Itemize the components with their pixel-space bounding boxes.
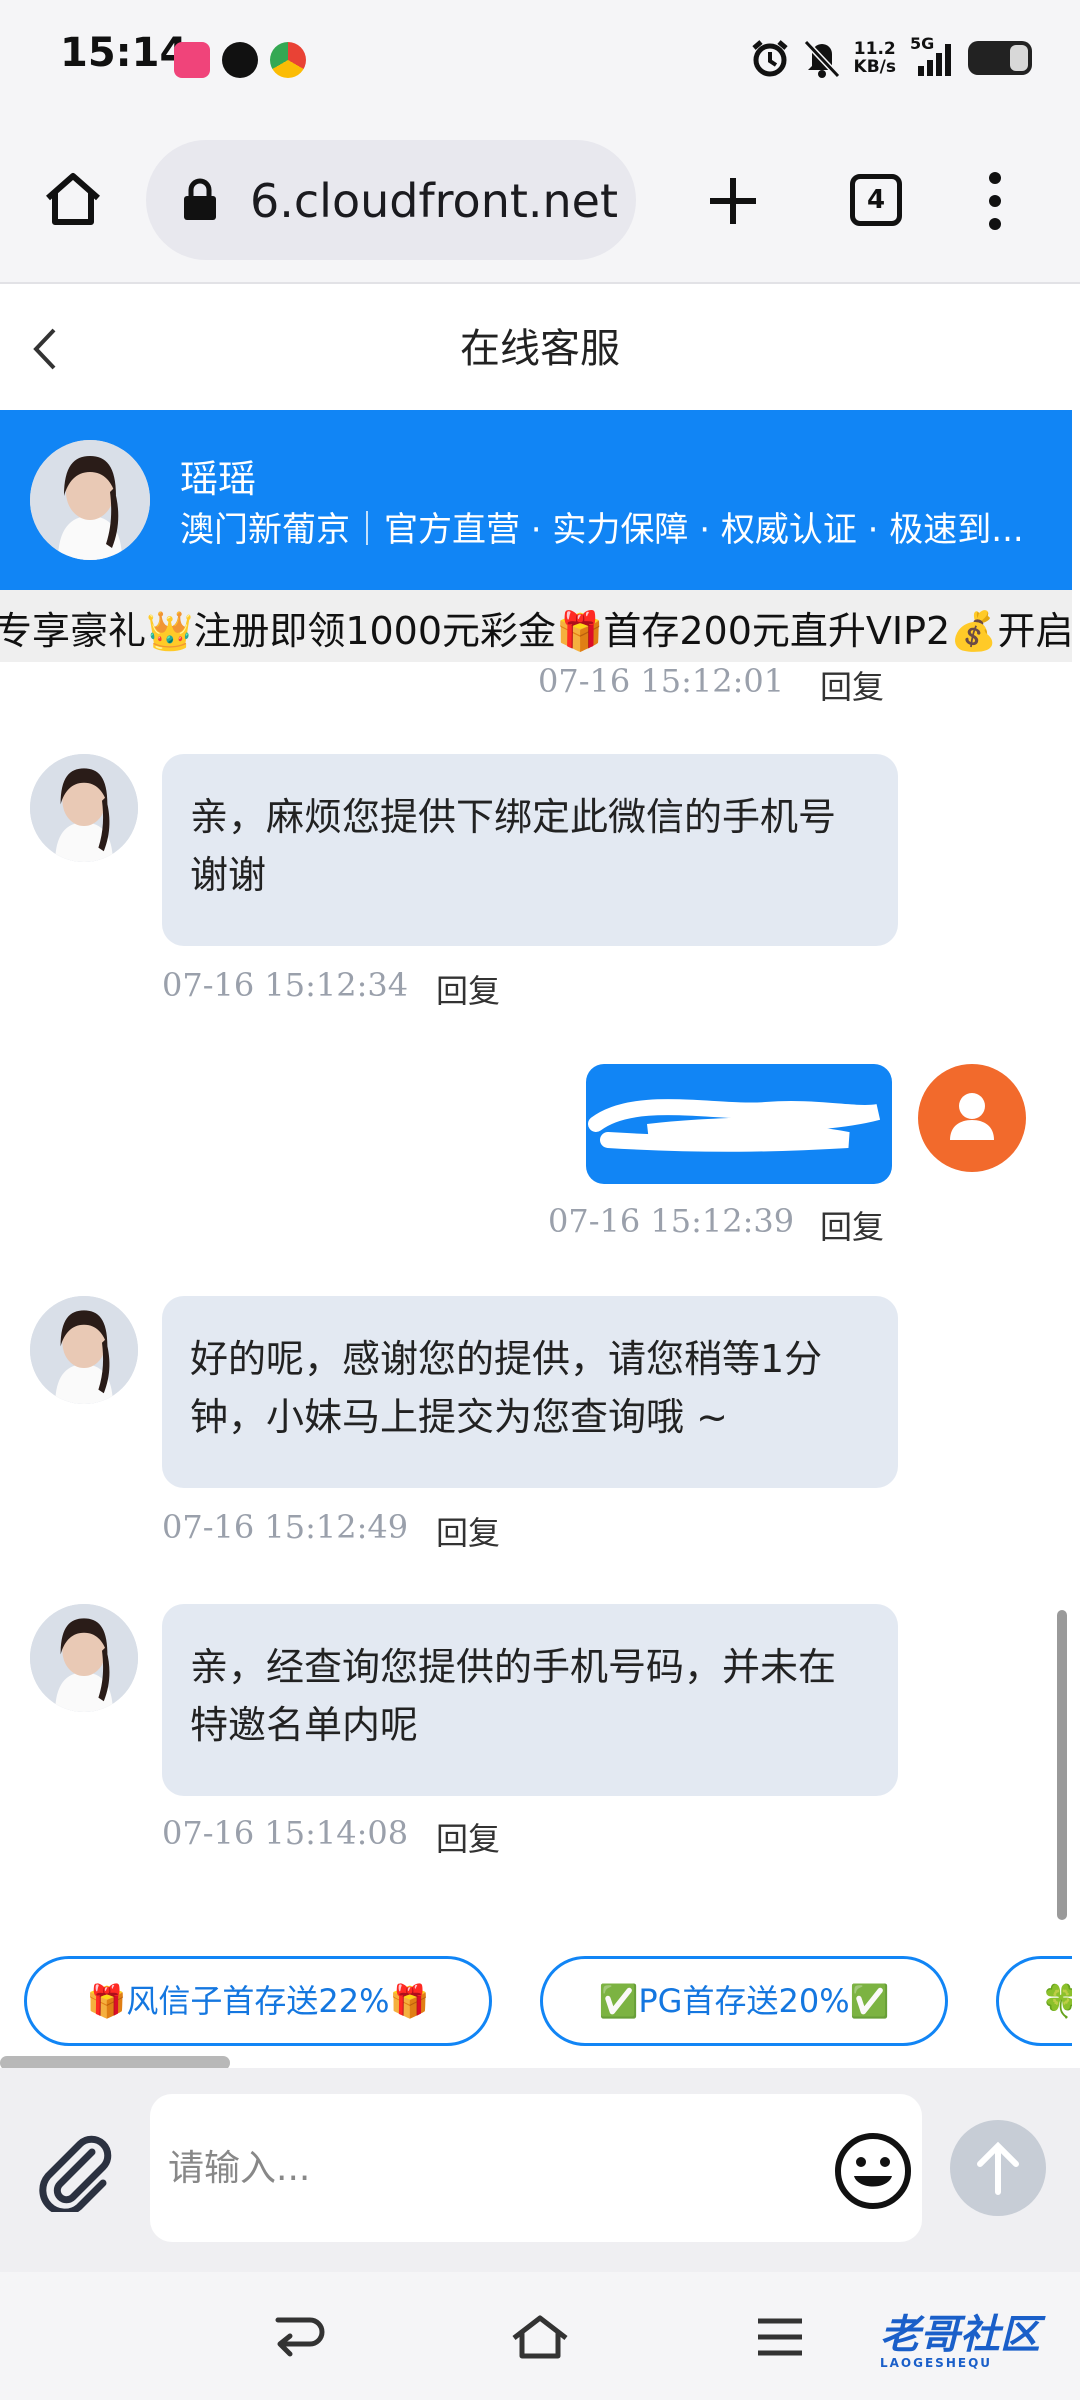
incoming-message-bubble: 好的呢，感谢您的提供，请您稍等1分钟，小妹马上提交为您查询哦 ~ <box>162 1296 898 1488</box>
mute-icon <box>803 39 840 78</box>
nav-menu-icon[interactable] <box>756 2316 804 2358</box>
message-timestamp: 07-16 15:12:34 <box>162 966 409 1004</box>
status-icons: 11.2 KB/s 5G <box>750 34 1032 82</box>
agent-name: 瑶瑶 <box>180 457 257 501</box>
message-timestamp: 07-16 15:12:01 <box>538 662 785 700</box>
alarm-icon <box>751 40 788 77</box>
message-timestamp: 07-16 15:12:49 <box>162 1508 409 1546</box>
net-speed: 11.2 KB/s <box>853 39 896 77</box>
paperclip-icon[interactable] <box>32 2128 116 2212</box>
redaction-scribble <box>588 1099 881 1152</box>
address-bar[interactable]: 6.cloudfront.net <box>146 140 636 260</box>
url-text: 6.cloudfront.net <box>250 174 618 228</box>
system-nav-bar: 老哥社区 LAOGESHEQU <box>0 2272 1080 2400</box>
tab-switcher-button[interactable]: 4 <box>850 174 902 226</box>
quick-reply-chip[interactable]: ✅PG首存送20%✅ <box>540 1956 948 2046</box>
quick-reply-bar: 🎁风信子首存送22%🎁 ✅PG首存送20%✅ 🍀 <box>0 1922 1072 2062</box>
send-button[interactable] <box>950 2120 1046 2216</box>
reply-link[interactable]: 回复 <box>820 1202 884 1248</box>
promo-marquee-text: 专享豪礼👑注册即领1000元彩金🎁首存200元直升VIP2💰开启 <box>0 609 1072 653</box>
message-composer <box>0 2068 1080 2272</box>
status-time: 15:14 <box>60 30 188 76</box>
qq-app-icon <box>222 42 258 78</box>
reply-link[interactable]: 回复 <box>436 1508 500 1554</box>
agent-banner: 瑶瑶 澳门新葡京｜官方直营 · 实力保障 · 权威认证 · 极速到... <box>0 410 1072 590</box>
emoji-icon[interactable] <box>832 2130 914 2212</box>
reply-link[interactable]: 回复 <box>436 966 500 1012</box>
chrome-app-icon <box>270 42 306 78</box>
lock-icon <box>184 178 216 220</box>
nav-back-icon[interactable] <box>270 2314 326 2360</box>
chat-messages[interactable]: 07-16 15:12:01 回复 亲，麻烦您提供下绑定此微信的手机号 谢谢 0… <box>0 662 1072 1922</box>
agent-avatar <box>30 1296 138 1404</box>
home-icon[interactable] <box>42 168 104 230</box>
reply-link[interactable]: 回复 <box>436 1814 500 1860</box>
signal-icon: 5G <box>910 34 954 78</box>
page-title: 在线客服 <box>460 326 620 372</box>
bilibili-app-icon <box>174 42 210 78</box>
promo-marquee: 专享豪礼👑注册即领1000元彩金🎁首存200元直升VIP2💰开启 <box>0 590 1072 662</box>
outgoing-message-bubble <box>586 1064 892 1184</box>
agent-avatar <box>30 440 150 560</box>
more-icon[interactable] <box>980 168 1010 234</box>
battery-icon <box>968 41 1032 75</box>
plus-icon[interactable] <box>706 174 760 228</box>
send-icon <box>977 2141 1019 2195</box>
agent-avatar <box>30 1604 138 1712</box>
quick-reply-chip[interactable]: 🍀 <box>996 1956 1072 2046</box>
agent-description: 澳门新葡京｜官方直营 · 实力保障 · 权威认证 · 极速到... <box>180 510 1024 550</box>
message-timestamp: 07-16 15:12:39 <box>548 1202 795 1240</box>
message-timestamp: 07-16 15:14:08 <box>162 1814 409 1852</box>
user-avatar <box>918 1064 1026 1172</box>
status-bar: 15:14 11.2 KB/s 5G <box>0 0 1080 118</box>
vertical-scrollbar[interactable] <box>1057 1610 1067 1920</box>
page-header: 在线客服 <box>0 286 1080 410</box>
reply-link[interactable]: 回复 <box>820 662 884 708</box>
incoming-message-bubble: 亲，麻烦您提供下绑定此微信的手机号 谢谢 <box>162 754 898 946</box>
agent-avatar <box>30 754 138 862</box>
browser-toolbar: 6.cloudfront.net 4 <box>0 118 1080 284</box>
quick-reply-chip[interactable]: 🎁风信子首存送22%🎁 <box>24 1956 492 2046</box>
message-input[interactable] <box>150 2094 922 2242</box>
incoming-message-bubble: 亲，经查询您提供的手机号码，并未在特邀名单内呢 <box>162 1604 898 1796</box>
watermark-logo: 老哥社区 LAOGESHEQU <box>880 2312 1040 2370</box>
nav-home-icon[interactable] <box>510 2312 570 2360</box>
